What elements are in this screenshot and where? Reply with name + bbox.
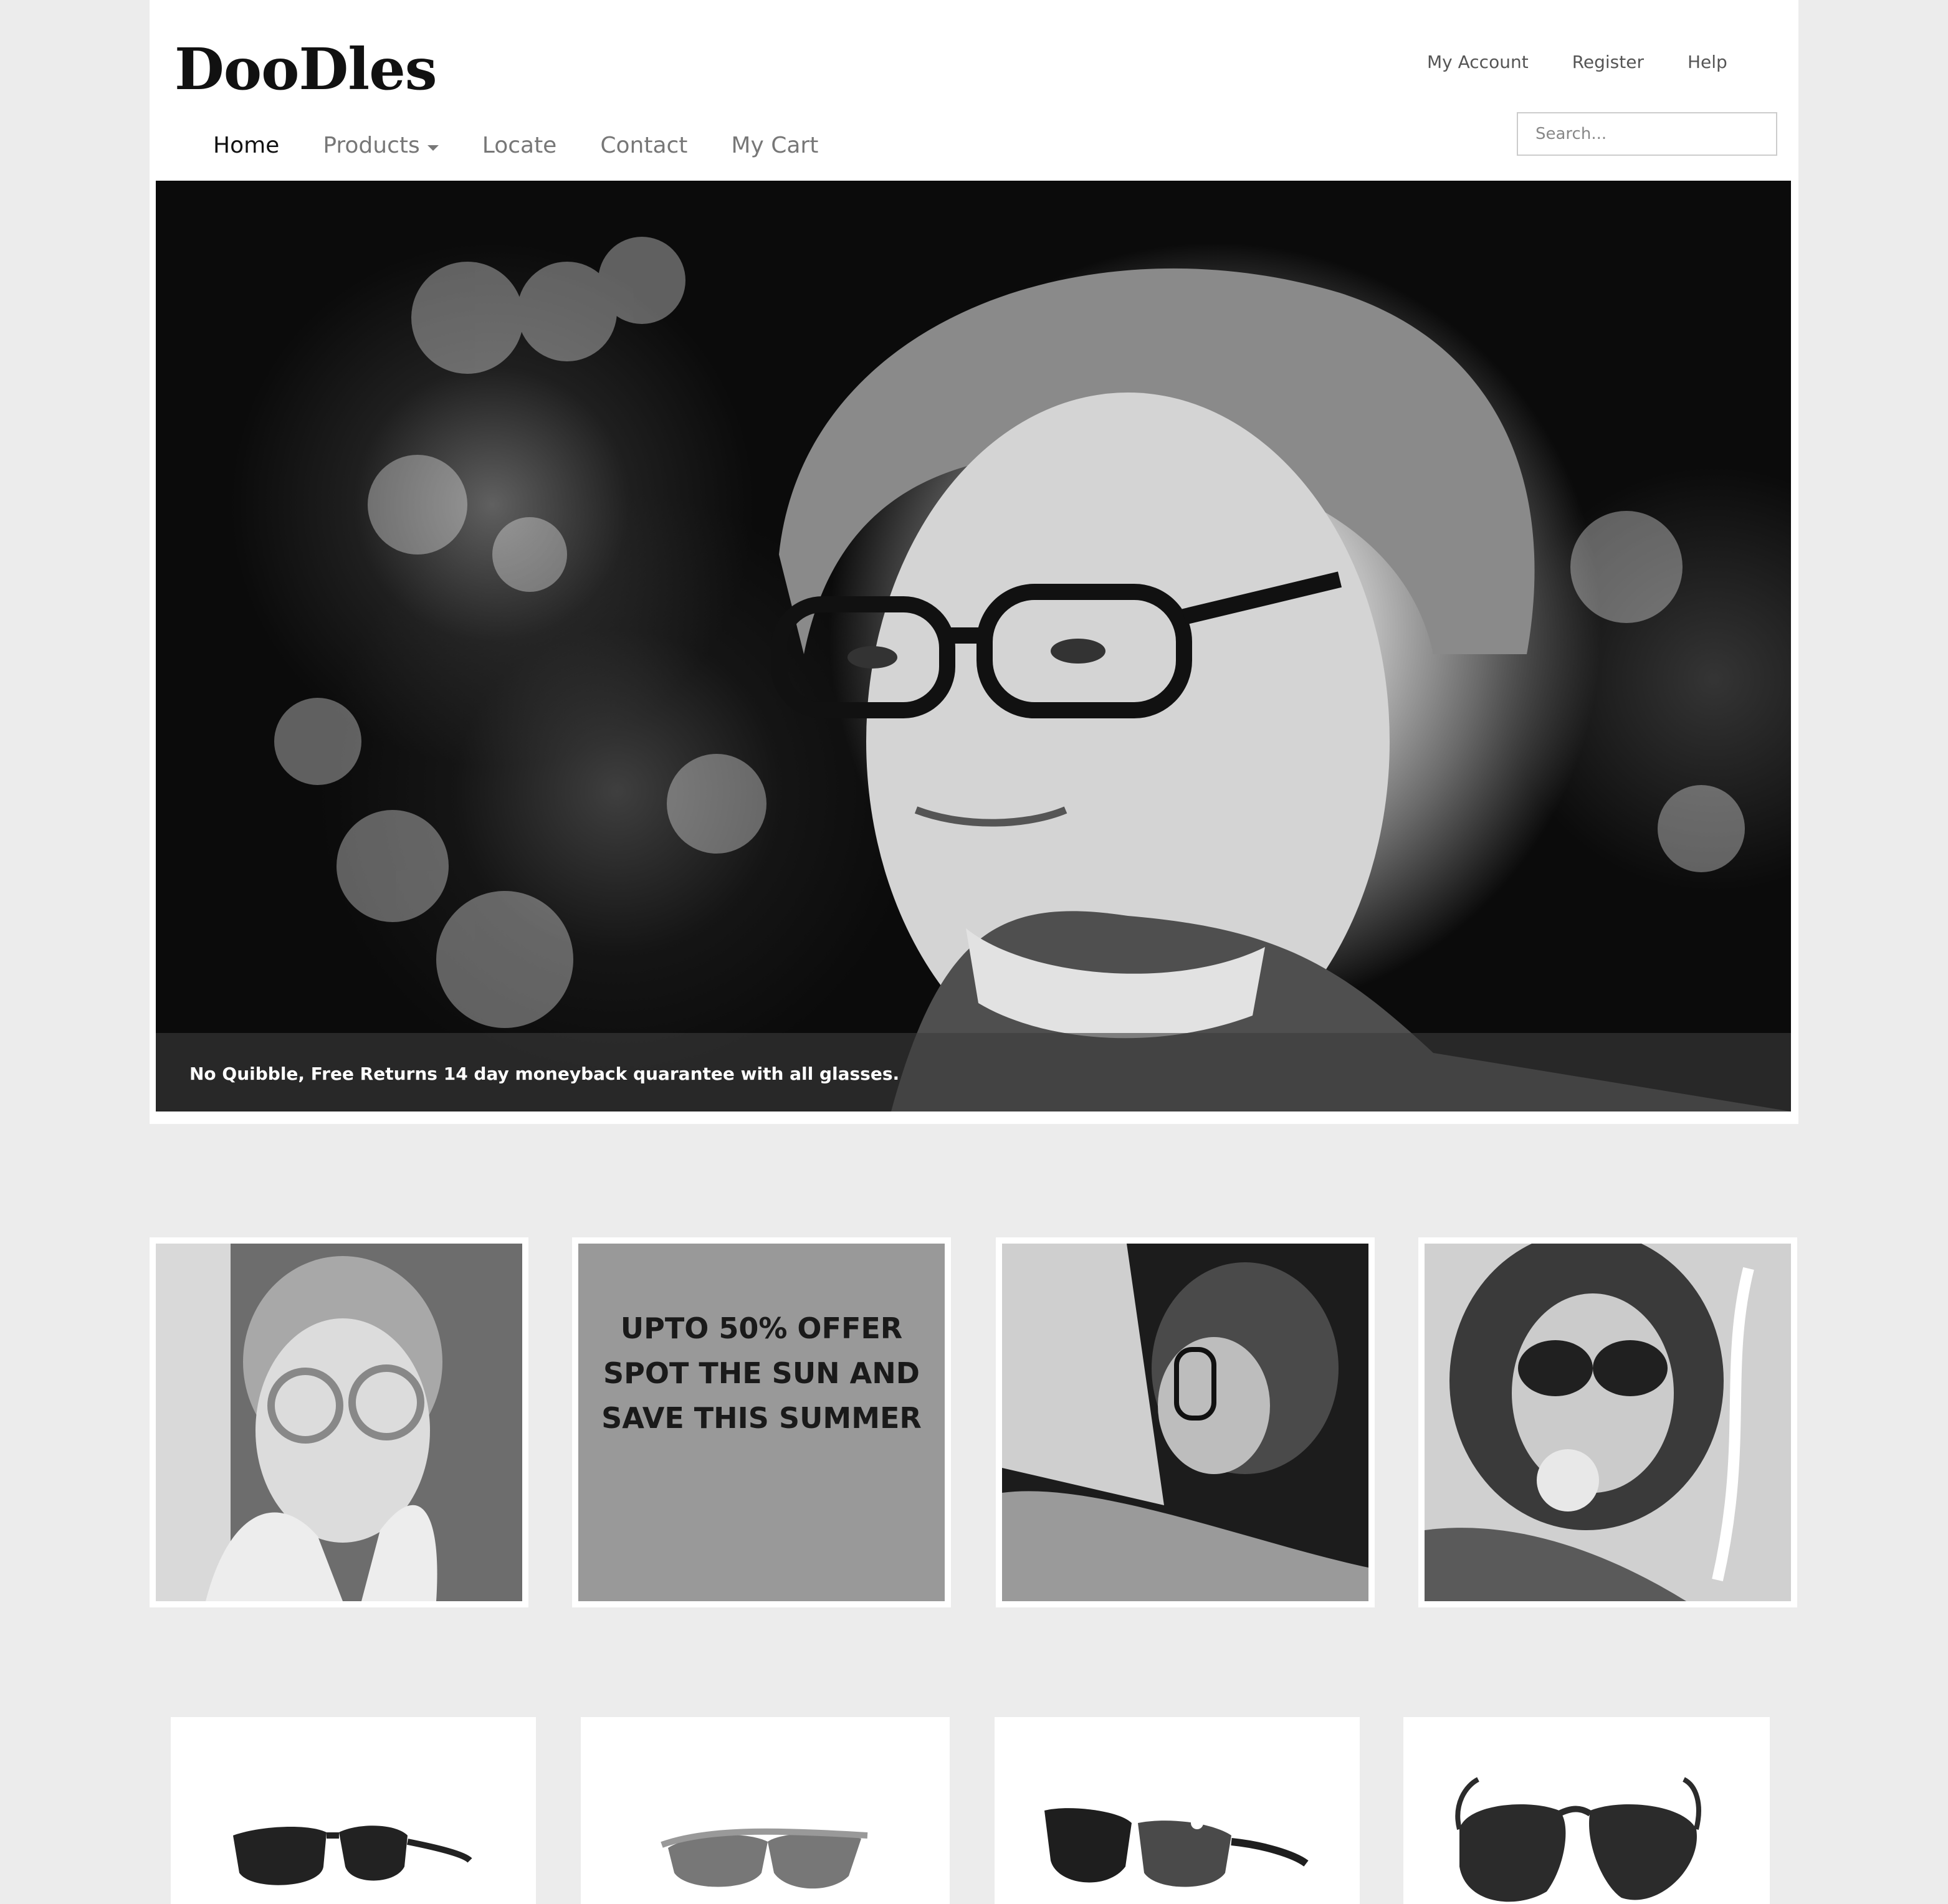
offer-line-3: SAVE THIS SUMMER bbox=[601, 1401, 922, 1435]
celebrity-photo bbox=[1425, 1244, 1791, 1601]
nav-home[interactable]: Home bbox=[213, 127, 279, 164]
page: DooDles My Account Register Help Home Pr… bbox=[0, 0, 1948, 1904]
nav-home-label: Home bbox=[213, 133, 280, 158]
promo-tile-celebrity[interactable] bbox=[1418, 1237, 1797, 1607]
nav-locate[interactable]: Locate bbox=[482, 127, 557, 164]
nav-my-cart[interactable]: My Cart bbox=[731, 127, 818, 164]
product-card-2[interactable] bbox=[581, 1717, 950, 1904]
caret-down-icon bbox=[427, 145, 439, 151]
top-links: My Account Register Help bbox=[1427, 49, 1771, 76]
couple-illustration bbox=[1002, 1244, 1368, 1601]
offer-text: UPTO 50% OFFER SPOT THE SUN AND SAVE THI… bbox=[578, 1306, 945, 1440]
brand-logo[interactable]: DooDles bbox=[174, 22, 449, 103]
promo-tile-offer[interactable]: UPTO 50% OFFER SPOT THE SUN AND SAVE THI… bbox=[572, 1237, 951, 1607]
nav-my-cart-label: My Cart bbox=[731, 133, 819, 158]
help-link[interactable]: Help bbox=[1688, 49, 1727, 76]
promo-tile-couple[interactable] bbox=[996, 1237, 1375, 1607]
hero-banner-image[interactable]: No Quibble, Free Returns 14 day moneybac… bbox=[156, 181, 1791, 1111]
search-input[interactable] bbox=[1517, 112, 1777, 156]
offer-panel: UPTO 50% OFFER SPOT THE SUN AND SAVE THI… bbox=[578, 1244, 945, 1601]
round-glasses-photo bbox=[156, 1244, 522, 1601]
product-card-1[interactable] bbox=[171, 1717, 536, 1904]
nav-contact-label: Contact bbox=[600, 133, 688, 158]
my-account-link[interactable]: My Account bbox=[1427, 49, 1529, 76]
nav-locate-label: Locate bbox=[482, 133, 557, 158]
nav-products-label: Products bbox=[323, 133, 420, 158]
sunglasses-product-1-icon bbox=[233, 1825, 472, 1885]
couple-photo bbox=[1002, 1244, 1368, 1601]
nav-products[interactable]: Products bbox=[323, 127, 439, 164]
offer-line-1: UPTO 50% OFFER bbox=[620, 1311, 903, 1345]
sunglasses-product-4-icon bbox=[1455, 1777, 1701, 1902]
hero-caption: No Quibble, Free Returns 14 day moneybac… bbox=[189, 1064, 900, 1084]
product-card-4[interactable] bbox=[1403, 1717, 1770, 1904]
sunglasses-product-2-icon bbox=[661, 1828, 868, 1889]
sunglasses-product-3-icon bbox=[1044, 1808, 1309, 1887]
promo-tile-round-glasses[interactable] bbox=[150, 1237, 528, 1607]
register-link[interactable]: Register bbox=[1572, 49, 1644, 76]
round-glasses-illustration bbox=[156, 1244, 522, 1601]
celebrity-illustration bbox=[1425, 1244, 1791, 1601]
brand-logo-text: DooDles bbox=[174, 36, 437, 103]
product-card-3[interactable] bbox=[995, 1717, 1360, 1904]
main-nav: Home Products Locate Contact My Cart bbox=[213, 127, 862, 164]
offer-line-2: SPOT THE SUN AND bbox=[603, 1356, 920, 1390]
nav-contact[interactable]: Contact bbox=[600, 127, 687, 164]
hero-photo-illustration bbox=[274, 237, 1791, 1111]
